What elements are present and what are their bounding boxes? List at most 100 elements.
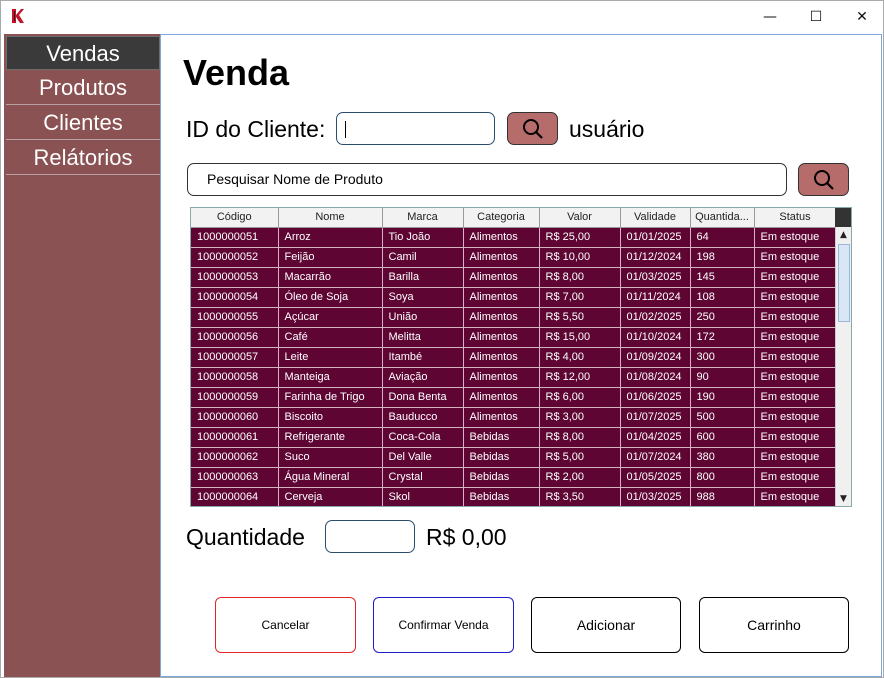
- cart-button[interactable]: Carrinho: [699, 597, 849, 653]
- cell-marca: Crystal: [382, 467, 464, 488]
- cell-quantidade: 64: [690, 227, 755, 248]
- cell-status: Em estoque: [754, 447, 837, 468]
- column-header-categoria[interactable]: Categoria: [463, 208, 540, 228]
- cell-validade: 01/01/2025: [620, 227, 691, 248]
- sidebar-item-relatorios[interactable]: Relátorios: [6, 141, 160, 175]
- cell-valor: R$ 6,00: [539, 387, 621, 408]
- table-row[interactable]: 1000000055 Açúcar União Alimentos R$ 5,50 01/…: [191, 307, 837, 328]
- cell-valor: R$ 8,00: [539, 267, 621, 288]
- cell-categoria: Alimentos: [463, 347, 540, 368]
- scroll-up-arrow-icon[interactable]: ▲: [836, 227, 851, 243]
- sidebar-item-produtos[interactable]: Produtos: [6, 71, 160, 105]
- scroll-thumb[interactable]: [838, 244, 850, 322]
- table-row[interactable]: 1000000058 Manteiga Aviação Alimentos R$ 12,…: [191, 367, 837, 388]
- cell-valor: R$ 5,00: [539, 447, 621, 468]
- cell-status: Em estoque: [754, 427, 837, 448]
- column-header-validade[interactable]: Validade: [620, 208, 691, 228]
- cell-marca: Soya: [382, 287, 464, 308]
- cell-validade: 01/04/2025: [620, 427, 691, 448]
- column-header-nome[interactable]: Nome: [278, 208, 383, 228]
- table-row[interactable]: 1000000056 Café Melitta Alimentos R$ 15,00 01…: [191, 327, 837, 348]
- cell-validade: 01/02/2025: [620, 307, 691, 328]
- cell-categoria: Alimentos: [463, 387, 540, 408]
- column-header-quantidade[interactable]: Quantida...: [690, 208, 755, 228]
- product-search-button[interactable]: [798, 163, 849, 196]
- cell-quantidade: 250: [690, 307, 755, 328]
- app-window: — ☐ ✕ Vendas Produtos Clientes Relátorio…: [0, 0, 884, 678]
- sidebar-item-vendas[interactable]: Vendas: [6, 36, 160, 70]
- cell-marca: Itambé: [382, 347, 464, 368]
- cell-categoria: Alimentos: [463, 267, 540, 288]
- cell-validade: 01/12/2024: [620, 247, 691, 268]
- cell-nome: Cerveja: [278, 487, 383, 506]
- cell-valor: R$ 4,00: [539, 347, 621, 368]
- confirm-sale-button[interactable]: Confirmar Venda: [373, 597, 514, 653]
- cell-validade: 01/03/2025: [620, 487, 691, 506]
- column-header-status[interactable]: Status: [754, 208, 837, 228]
- cell-quantidade: 172: [690, 327, 755, 348]
- table-row[interactable]: 1000000064 Cerveja Skol Bebidas R$ 3,50 01/03…: [191, 487, 837, 506]
- cell-nome: Óleo de Soja: [278, 287, 383, 308]
- table-row[interactable]: 1000000054 Óleo de Soja Soya Alimentos R$ 7,…: [191, 287, 837, 308]
- close-button[interactable]: ✕: [839, 1, 884, 32]
- cell-validade: 01/03/2025: [620, 267, 691, 288]
- cell-categoria: Alimentos: [463, 247, 540, 268]
- cell-codigo: 1000000055: [191, 307, 279, 328]
- table-corner: [835, 208, 851, 227]
- table-row[interactable]: 1000000063 Água Mineral Crystal Bebidas R$ 2…: [191, 467, 837, 488]
- client-id-label: ID do Cliente:: [186, 116, 326, 142]
- cell-codigo: 1000000060: [191, 407, 279, 428]
- column-header-valor[interactable]: Valor: [539, 208, 621, 228]
- cell-codigo: 1000000059: [191, 387, 279, 408]
- scroll-down-arrow-icon[interactable]: ▼: [836, 491, 851, 506]
- table-row[interactable]: 1000000061 Refrigerante Coca-Cola Bebidas R$…: [191, 427, 837, 448]
- add-button[interactable]: Adicionar: [531, 597, 681, 653]
- cell-codigo: 1000000051: [191, 227, 279, 248]
- client-id-input[interactable]: [336, 112, 495, 145]
- cell-nome: Água Mineral: [278, 467, 383, 488]
- table-row[interactable]: 1000000051 Arroz Tio João Alimentos R$ 25,00…: [191, 227, 837, 248]
- cell-codigo: 1000000053: [191, 267, 279, 288]
- sidebar-item-clientes[interactable]: Clientes: [6, 106, 160, 140]
- search-icon: [522, 118, 543, 139]
- cell-nome: Farinha de Trigo: [278, 387, 383, 408]
- cell-quantidade: 108: [690, 287, 755, 308]
- user-label: usuário: [569, 116, 645, 142]
- cell-codigo: 1000000062: [191, 447, 279, 468]
- client-search-button[interactable]: [507, 112, 558, 145]
- cell-status: Em estoque: [754, 307, 837, 328]
- cell-quantidade: 988: [690, 487, 755, 506]
- cell-nome: Leite: [278, 347, 383, 368]
- cell-categoria: Alimentos: [463, 227, 540, 248]
- cell-codigo: 1000000063: [191, 467, 279, 488]
- cell-status: Em estoque: [754, 327, 837, 348]
- table-row[interactable]: 1000000059 Farinha de Trigo Dona Benta Alim…: [191, 387, 837, 408]
- cell-nome: Refrigerante: [278, 427, 383, 448]
- table-row[interactable]: 1000000053 Macarrão Barilla Alimentos R$ 8,0…: [191, 267, 837, 288]
- cell-codigo: 1000000058: [191, 367, 279, 388]
- quantity-label: Quantidade: [186, 524, 305, 550]
- cell-validade: 01/07/2024: [620, 447, 691, 468]
- table-vertical-scrollbar[interactable]: ▲ ▼: [835, 227, 851, 506]
- cell-quantidade: 300: [690, 347, 755, 368]
- cell-categoria: Alimentos: [463, 327, 540, 348]
- minimize-button[interactable]: —: [747, 1, 793, 32]
- cell-categoria: Bebidas: [463, 427, 540, 448]
- text-caret: [345, 121, 346, 138]
- column-header-codigo[interactable]: Código: [191, 208, 279, 228]
- table-row[interactable]: 1000000062 Suco Del Valle Bebidas R$ 5,00 01/…: [191, 447, 837, 468]
- search-icon: [813, 169, 834, 190]
- products-table[interactable]: Código Nome Marca Categoria Valor Valida…: [190, 207, 852, 507]
- product-search-input[interactable]: Pesquisar Nome de Produto: [187, 163, 787, 196]
- cancel-button[interactable]: Cancelar: [215, 597, 356, 653]
- cell-status: Em estoque: [754, 367, 837, 388]
- table-row[interactable]: 1000000057 Leite Itambé Alimentos R$ 4,00 01/…: [191, 347, 837, 368]
- column-header-marca[interactable]: Marca: [382, 208, 464, 228]
- quantity-input[interactable]: [325, 520, 415, 553]
- cell-status: Em estoque: [754, 227, 837, 248]
- table-row[interactable]: 1000000052 Feijão Camil Alimentos R$ 10,00 01…: [191, 247, 837, 268]
- maximize-button[interactable]: ☐: [793, 1, 839, 32]
- table-row[interactable]: 1000000060 Biscoito Bauducco Alimentos R$ 3,…: [191, 407, 837, 428]
- cell-nome: Feijão: [278, 247, 383, 268]
- cell-quantidade: 600: [690, 427, 755, 448]
